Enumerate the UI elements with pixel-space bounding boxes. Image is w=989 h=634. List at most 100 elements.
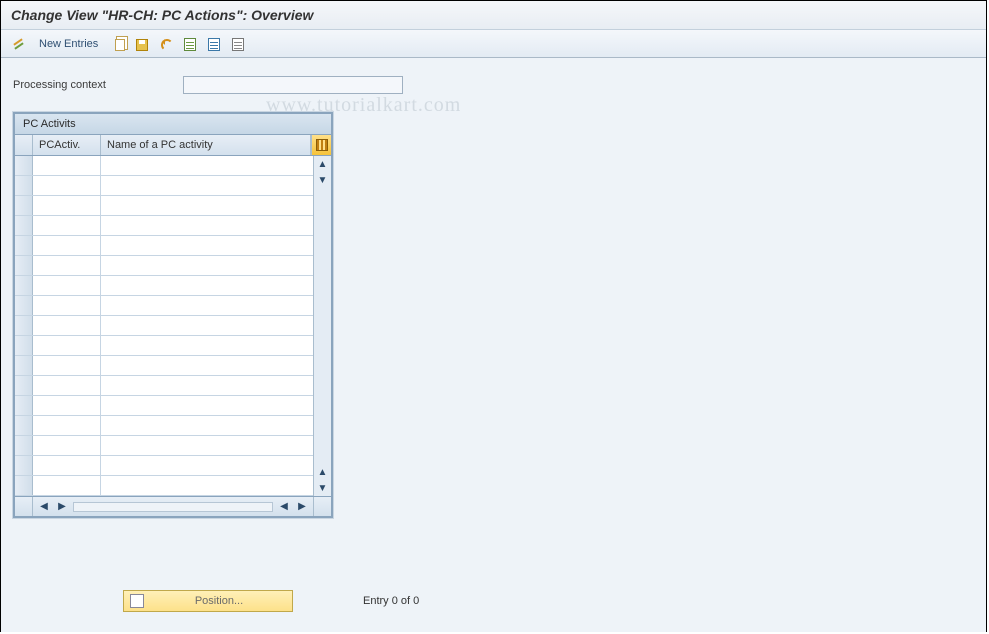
row-selector[interactable] bbox=[15, 356, 33, 375]
bottom-bar: Position... Entry 0 of 0 bbox=[1, 580, 986, 632]
footer-corner bbox=[15, 497, 33, 516]
entry-status: Entry 0 of 0 bbox=[363, 595, 419, 607]
cell-name[interactable] bbox=[101, 196, 313, 215]
row-selector[interactable] bbox=[15, 476, 33, 495]
scroll-right-button[interactable]: ▶ bbox=[55, 501, 69, 512]
cell-pcactiv[interactable] bbox=[33, 256, 101, 275]
cell-name[interactable] bbox=[101, 176, 313, 195]
undo-button[interactable] bbox=[156, 34, 176, 54]
table-row bbox=[15, 296, 313, 316]
new-entries-button[interactable]: New Entries bbox=[33, 38, 104, 50]
row-selector[interactable] bbox=[15, 436, 33, 455]
scroll-left-button-end[interactable]: ◀ bbox=[277, 501, 291, 512]
cell-name[interactable] bbox=[101, 476, 313, 495]
cell-pcactiv[interactable] bbox=[33, 336, 101, 355]
corner-cell bbox=[15, 135, 33, 155]
cell-name[interactable] bbox=[101, 216, 313, 235]
select-block-button[interactable] bbox=[204, 34, 224, 54]
scroll-down-button[interactable]: ▼ bbox=[315, 172, 331, 188]
table-config-icon bbox=[316, 139, 328, 151]
row-selector[interactable] bbox=[15, 276, 33, 295]
position-button-label: Position... bbox=[152, 595, 286, 607]
cell-pcactiv[interactable] bbox=[33, 456, 101, 475]
table-header: PCActiv. Name of a PC activity bbox=[15, 135, 331, 156]
scroll-left-button[interactable]: ◀ bbox=[37, 501, 51, 512]
table-config-button[interactable] bbox=[311, 135, 331, 155]
undo-icon bbox=[158, 36, 174, 52]
processing-context-input[interactable] bbox=[183, 76, 403, 94]
cell-name[interactable] bbox=[101, 156, 313, 175]
cell-pcactiv[interactable] bbox=[33, 196, 101, 215]
row-selector[interactable] bbox=[15, 236, 33, 255]
cell-name[interactable] bbox=[101, 396, 313, 415]
cell-pcactiv[interactable] bbox=[33, 156, 101, 175]
col-header-pcactiv[interactable]: PCActiv. bbox=[33, 135, 101, 155]
scroll-up-button-bottom[interactable]: ▲ bbox=[315, 464, 331, 480]
row-selector[interactable] bbox=[15, 336, 33, 355]
cell-name[interactable] bbox=[101, 416, 313, 435]
deselect-button[interactable] bbox=[228, 34, 248, 54]
cell-name[interactable] bbox=[101, 256, 313, 275]
cell-name[interactable] bbox=[101, 456, 313, 475]
cell-name[interactable] bbox=[101, 356, 313, 375]
cell-pcactiv[interactable] bbox=[33, 216, 101, 235]
row-selector[interactable] bbox=[15, 376, 33, 395]
select-all-button[interactable] bbox=[180, 34, 200, 54]
row-selector[interactable] bbox=[15, 456, 33, 475]
save-icon bbox=[136, 39, 148, 51]
cell-name[interactable] bbox=[101, 376, 313, 395]
row-selector[interactable] bbox=[15, 396, 33, 415]
copy-icon bbox=[115, 39, 125, 51]
cell-pcactiv[interactable] bbox=[33, 236, 101, 255]
cell-name[interactable] bbox=[101, 436, 313, 455]
cell-name[interactable] bbox=[101, 236, 313, 255]
scroll-down-button-bottom[interactable]: ▼ bbox=[315, 480, 331, 496]
row-selector[interactable] bbox=[15, 156, 33, 175]
sheet-green-icon bbox=[184, 38, 196, 51]
row-selector[interactable] bbox=[15, 216, 33, 235]
cell-name[interactable] bbox=[101, 276, 313, 295]
cell-pcactiv[interactable] bbox=[33, 316, 101, 335]
content-area: www.tutorialkart.com Processing context … bbox=[1, 58, 986, 632]
cell-pcactiv[interactable] bbox=[33, 276, 101, 295]
page-title: Change View "HR-CH: PC Actions": Overvie… bbox=[1, 1, 986, 30]
row-selector[interactable] bbox=[15, 256, 33, 275]
cell-pcactiv[interactable] bbox=[33, 296, 101, 315]
vscroll-track[interactable] bbox=[314, 188, 331, 464]
row-selector[interactable] bbox=[15, 296, 33, 315]
position-button[interactable]: Position... bbox=[123, 590, 293, 612]
cell-pcactiv[interactable] bbox=[33, 396, 101, 415]
cell-name[interactable] bbox=[101, 296, 313, 315]
cell-pcactiv[interactable] bbox=[33, 416, 101, 435]
toggle-edit-button[interactable] bbox=[9, 34, 29, 54]
copy-button[interactable] bbox=[108, 34, 128, 54]
row-selector[interactable] bbox=[15, 176, 33, 195]
row-selector[interactable] bbox=[15, 316, 33, 335]
footer-gap bbox=[313, 497, 331, 516]
vertical-scrollbar[interactable]: ▲ ▼ ▲ ▼ bbox=[313, 156, 331, 496]
scroll-right-button-end[interactable]: ▶ bbox=[295, 501, 309, 512]
table-row bbox=[15, 196, 313, 216]
cell-pcactiv[interactable] bbox=[33, 436, 101, 455]
table-row bbox=[15, 256, 313, 276]
table-row bbox=[15, 356, 313, 376]
cell-pcactiv[interactable] bbox=[33, 376, 101, 395]
cell-pcactiv[interactable] bbox=[33, 176, 101, 195]
horizontal-scrollbar[interactable]: ◀ ▶ ◀ ▶ bbox=[33, 501, 313, 512]
cell-name[interactable] bbox=[101, 316, 313, 335]
processing-context-row: Processing context bbox=[13, 76, 974, 94]
table-body bbox=[15, 156, 313, 496]
row-selector[interactable] bbox=[15, 196, 33, 215]
table-row bbox=[15, 336, 313, 356]
col-header-name[interactable]: Name of a PC activity bbox=[101, 135, 311, 155]
hscroll-track[interactable] bbox=[73, 502, 273, 512]
table-row bbox=[15, 156, 313, 176]
cell-name[interactable] bbox=[101, 336, 313, 355]
save-button[interactable] bbox=[132, 34, 152, 54]
pc-activities-table: PC Activits PCActiv. Name of a PC activi… bbox=[13, 112, 333, 518]
cell-pcactiv[interactable] bbox=[33, 476, 101, 495]
scroll-up-button[interactable]: ▲ bbox=[315, 156, 331, 172]
cell-pcactiv[interactable] bbox=[33, 356, 101, 375]
sheet-grey-icon bbox=[232, 38, 244, 51]
row-selector[interactable] bbox=[15, 416, 33, 435]
